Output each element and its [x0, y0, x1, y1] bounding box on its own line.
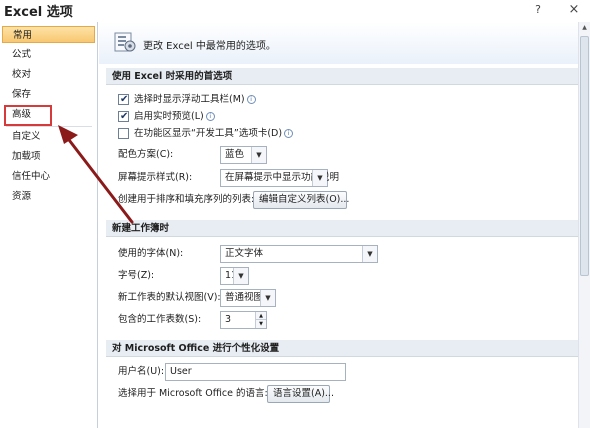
language-label: 选择用于 Microsoft Office 的语言: — [118, 388, 268, 399]
title-bar: Excel 选项 ? × — [0, 0, 590, 20]
options-icon — [114, 32, 136, 52]
chevron-down-icon: ▼ — [260, 290, 275, 306]
info-icon: i — [246, 95, 256, 104]
info-icon: i — [284, 129, 294, 138]
sheet-count-spinner[interactable]: 3 ▲ ▼ — [220, 311, 267, 329]
banner-text: 更改 Excel 中最常用的选项。 — [143, 41, 276, 52]
options-content: 更改 Excel 中最常用的选项。 使用 Excel 时采用的首选项 ✔ 选择时… — [99, 22, 590, 428]
banner: 更改 Excel 中最常用的选项。 — [99, 22, 590, 64]
username-input[interactable]: User — [165, 363, 346, 381]
sheet-count-value: 3 — [225, 314, 232, 325]
language-settings-button[interactable]: 语言设置(A)... — [267, 385, 334, 403]
default-view-label: 新工作表的默认视图(V): — [118, 292, 221, 303]
nav-item-customize[interactable]: 自定义 — [2, 128, 95, 145]
default-view-value: 普通视图 — [225, 292, 264, 303]
close-icon[interactable]: × — [566, 2, 582, 18]
nav-item-common[interactable]: 常用 — [2, 26, 95, 43]
edit-custom-lists-button[interactable]: 编辑自定义列表(O)... — [253, 191, 349, 209]
annotation-highlight-box — [4, 105, 52, 126]
developer-tab-checkbox[interactable] — [118, 128, 129, 139]
custom-list-label: 创建用于排序和填充序列的列表: — [118, 194, 255, 205]
section-header-new-workbook: 新建工作簿时 — [106, 220, 582, 237]
color-scheme-dropdown[interactable]: 蓝色 ▼ — [220, 146, 267, 164]
nav-divider — [6, 126, 92, 127]
scroll-thumb[interactable] — [580, 36, 589, 276]
chevron-down-icon: ▼ — [251, 147, 266, 163]
color-scheme-label: 配色方案(C): — [118, 149, 174, 160]
nav-item-resources[interactable]: 资源 — [2, 188, 95, 205]
sheet-count-label: 包含的工作表数(S): — [118, 314, 202, 325]
live-preview-label: 启用实时预览(L) — [134, 111, 204, 122]
nav-item-save[interactable]: 保存 — [2, 86, 95, 103]
font-value: 正文字体 — [225, 248, 264, 259]
nav-item-trust-center[interactable]: 信任中心 — [2, 168, 95, 185]
font-dropdown[interactable]: 正文字体 ▼ — [220, 245, 378, 263]
spin-up-icon[interactable]: ▲ — [256, 312, 266, 320]
font-size-dropdown[interactable]: 11 ▼ — [220, 267, 249, 285]
nav-item-formulas[interactable]: 公式 — [2, 46, 95, 63]
live-preview-checkbox[interactable]: ✔ — [118, 111, 129, 122]
spin-down-icon[interactable]: ▼ — [256, 320, 266, 328]
chevron-down-icon: ▼ — [233, 268, 248, 284]
scroll-up-icon[interactable]: ▲ — [579, 22, 590, 34]
screentip-dropdown[interactable]: 在屏幕提示中显示功能说明 ▼ — [220, 169, 339, 187]
nav-item-addins[interactable]: 加载项 — [2, 148, 95, 165]
info-icon: i — [205, 112, 215, 121]
section-header-personalize: 对 Microsoft Office 进行个性化设置 — [106, 340, 582, 357]
chevron-down-icon: ▼ — [312, 170, 327, 186]
font-size-label: 字号(Z): — [118, 270, 155, 281]
options-nav: 常用 公式 校对 保存 高级 自定义 加载项 信任中心 资源 — [0, 22, 98, 428]
chevron-down-icon: ▼ — [362, 246, 377, 262]
vertical-scrollbar[interactable]: ▲ — [578, 22, 590, 428]
nav-item-proofing[interactable]: 校对 — [2, 66, 95, 83]
mini-toolbar-checkbox[interactable]: ✔ — [118, 94, 129, 105]
checkbox-row-live-preview[interactable]: ✔ 启用实时预览(L) i — [118, 110, 318, 124]
section-header-preferences: 使用 Excel 时采用的首选项 — [106, 68, 582, 85]
window-title: Excel 选项 — [4, 5, 73, 20]
help-icon[interactable]: ? — [530, 2, 546, 18]
color-scheme-value: 蓝色 — [225, 149, 245, 160]
checkbox-row-developer-tab[interactable]: 在功能区显示“开发工具”选项卡(D) i — [118, 127, 338, 141]
username-label: 用户名(U): — [118, 366, 165, 377]
developer-tab-label: 在功能区显示“开发工具”选项卡(D) — [134, 128, 283, 139]
font-label: 使用的字体(N): — [118, 248, 184, 259]
checkbox-row-mini-toolbar[interactable]: ✔ 选择时显示浮动工具栏(M) i — [118, 93, 318, 107]
default-view-dropdown[interactable]: 普通视图 ▼ — [220, 289, 276, 307]
screentip-label: 屏幕提示样式(R): — [118, 172, 193, 183]
mini-toolbar-label: 选择时显示浮动工具栏(M) — [134, 94, 245, 105]
